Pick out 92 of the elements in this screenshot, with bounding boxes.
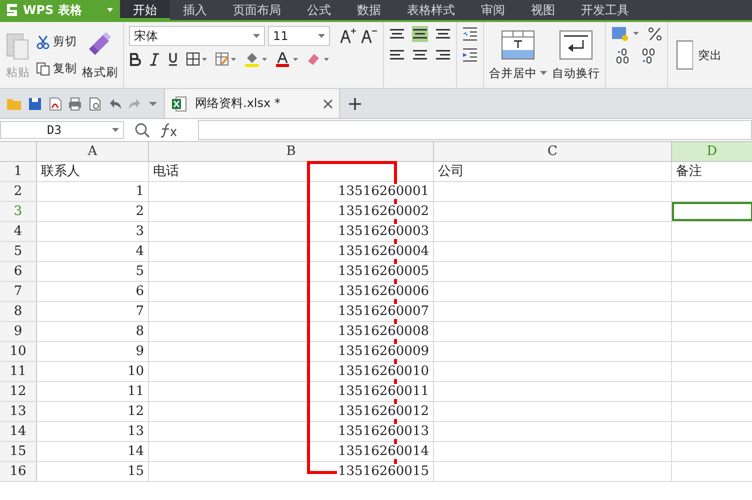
number-format-icon[interactable] [611,26,641,42]
fill-color-icon[interactable] [244,51,268,67]
undo-icon[interactable] [108,96,122,110]
decrease-indent-icon[interactable] [462,26,478,42]
menu-tab[interactable]: 页面布局 [220,0,294,20]
wrap-text-icon [559,30,593,60]
increase-indent-icon[interactable] [462,47,478,63]
pdf-icon[interactable] [48,96,62,110]
row-header[interactable]: 10 [0,342,37,361]
table-cell: 13516260012 [337,404,430,419]
format-painter-button[interactable]: 格式刷 [82,64,118,80]
row-header[interactable]: 13 [0,402,37,421]
eraser-icon[interactable] [306,51,330,67]
new-tab-icon[interactable] [348,96,362,110]
menu-tab[interactable]: 开始 [120,0,170,20]
table-cell: 13516260013 [337,424,430,439]
column-header[interactable]: B [149,142,434,161]
row-header[interactable]: 7 [0,282,37,301]
row-header[interactable]: 5 [0,242,37,261]
menu-tab[interactable]: 插入 [170,0,220,20]
table-cell: 13516260007 [337,304,430,319]
spreadsheet-file-icon [171,96,187,112]
font-name-field[interactable]: 宋体 [129,26,265,46]
caret-icon [106,7,114,13]
table-cell: 13516260014 [337,444,430,459]
menu-tab[interactable]: 公式 [294,0,344,20]
underline-icon[interactable] [167,52,179,66]
row-header[interactable]: 11 [0,362,37,381]
font-size-field[interactable]: 11 [268,26,330,46]
table-cell: 联系人 [40,164,81,179]
menu-tab[interactable]: 表格样式 [394,0,468,20]
row-header[interactable]: 1 [0,162,37,181]
scissors-icon [36,34,50,48]
bold-icon[interactable] [129,52,141,66]
table-cell: 备注 [675,164,703,179]
menu-tab[interactable]: 开发工具 [568,0,642,20]
merge-cells-icon [501,30,535,60]
align-middle-icon[interactable] [412,26,428,42]
row-header[interactable]: 12 [0,382,37,401]
table-cell: 13516260011 [337,384,430,399]
clipboard-icon [5,30,31,60]
app-logo-icon [6,3,18,17]
zoom-icon[interactable] [134,122,150,138]
row-header[interactable]: 15 [0,442,37,461]
name-box[interactable]: D3 [0,121,124,139]
italic-icon[interactable] [148,52,160,66]
table-cell: 电话 [152,164,180,179]
formula-input[interactable] [198,120,752,140]
row-header[interactable]: 3 [0,202,37,221]
font-color-icon[interactable] [275,51,299,67]
merge-center-button[interactable]: 合并居中 [489,66,537,80]
caret-icon [253,34,260,38]
table-cell: 13516260009 [337,344,430,359]
cut-button[interactable]: 剪切 [53,34,77,49]
table-cell: 13516260003 [337,224,430,239]
close-icon[interactable] [323,98,333,108]
wrap-text-button[interactable]: 自动换行 [552,66,600,80]
table-cell: 13516260005 [337,264,430,279]
print-preview-icon[interactable] [88,96,102,110]
save-icon[interactable] [28,96,42,110]
menu-tab[interactable]: 视图 [518,0,568,20]
row-header[interactable]: 9 [0,322,37,341]
table-cell: 13516260010 [337,364,430,379]
caret-icon [540,70,547,76]
row-header[interactable]: 8 [0,302,37,321]
document-tab[interactable]: 网络资料.xlsx * [164,89,340,118]
table-cell: 13516260002 [337,204,430,219]
table-cell: 13516260004 [337,244,430,259]
function-icon[interactable] [160,122,178,138]
row-header[interactable]: 4 [0,222,37,241]
column-header[interactable]: A [37,142,149,161]
caret-icon [112,128,119,132]
percent-icon[interactable] [648,26,662,42]
caret-icon [318,34,325,38]
menu-tab[interactable]: 审阅 [468,0,518,20]
table-cell: 13516260001 [337,184,430,199]
menu-tab[interactable]: 数据 [344,0,394,20]
borders-icon[interactable] [186,52,208,66]
row-header[interactable]: 16 [0,462,37,481]
table-cell: 13516260006 [337,284,430,299]
highlight-button[interactable]: 突出 [698,48,722,62]
print-icon[interactable] [68,96,82,110]
selected-cell[interactable] [672,202,752,221]
increase-font-icon[interactable] [339,27,357,45]
row-header[interactable]: 6 [0,262,37,281]
table-cell: 公司 [437,164,465,179]
row-header[interactable]: 14 [0,422,37,441]
row-header[interactable]: 2 [0,182,37,201]
table-cell: 13516260008 [337,324,430,339]
copy-icon [36,62,50,76]
copy-button[interactable]: 复制 [53,61,77,76]
table-style-icon[interactable] [215,52,237,66]
